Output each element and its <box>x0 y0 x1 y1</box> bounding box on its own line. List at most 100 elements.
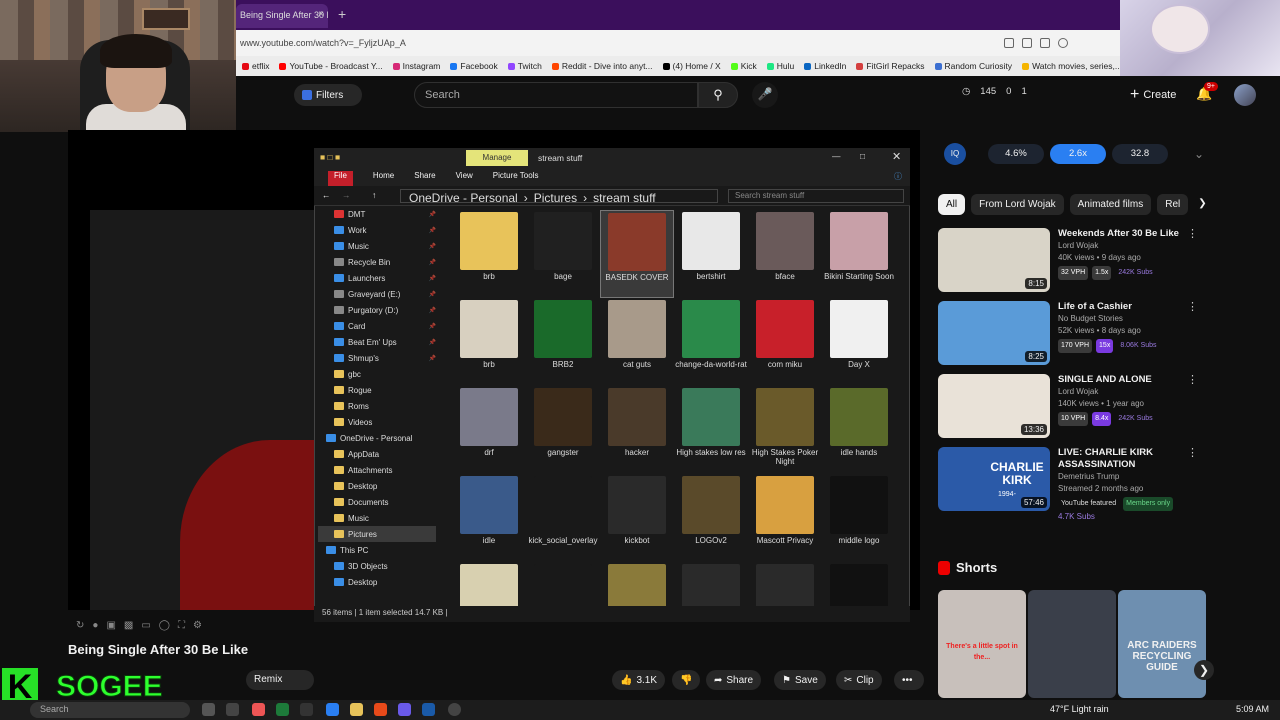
microphone-icon[interactable]: 🎤 <box>752 82 778 108</box>
bookmark-item[interactable]: Reddit - Dive into anyt... <box>551 59 653 73</box>
edge-app-icon[interactable] <box>326 703 339 716</box>
browser-app-icon[interactable] <box>252 703 265 716</box>
bookmark-item[interactable]: LinkedIn <box>804 59 846 73</box>
file-tile[interactable]: kick_social_overlay <box>526 474 600 562</box>
file-tile[interactable]: bage <box>526 210 600 298</box>
file-tile[interactable]: Bikini Starting Soon <box>822 210 896 298</box>
file-tile[interactable] <box>452 562 526 606</box>
theater-icon[interactable]: ▭ <box>141 620 150 634</box>
file-tile[interactable] <box>674 562 748 606</box>
iq-engagement[interactable]: 4.6% <box>988 144 1044 164</box>
nav-item[interactable]: Roms <box>318 398 436 414</box>
chip-from-channel[interactable]: From Lord Wojak <box>971 194 1064 215</box>
taskbar-weather[interactable]: 47°F Light rain <box>1050 704 1109 714</box>
file-tile[interactable]: drf <box>452 386 526 474</box>
file-tile[interactable]: bface <box>748 210 822 298</box>
nav-item[interactable]: Videos <box>318 414 436 430</box>
file-tile[interactable]: cat guts <box>600 298 674 386</box>
file-tile[interactable]: hacker <box>600 386 674 474</box>
nav-item[interactable]: OneDrive - Personal <box>318 430 436 446</box>
file-tile[interactable]: High stakes low res <box>674 386 748 474</box>
explorer-search-input[interactable]: Search stream stuff <box>728 189 904 203</box>
screenshot-icon[interactable] <box>1004 38 1014 48</box>
short-item[interactable] <box>1028 590 1116 698</box>
search-input[interactable]: Search <box>414 82 698 108</box>
taskbar-search[interactable]: Search <box>30 702 190 718</box>
file-tile[interactable]: BASEDK COVER <box>600 210 674 298</box>
avatar[interactable] <box>1234 84 1256 106</box>
bookmark-item[interactable]: (4) Home / X <box>662 59 721 73</box>
nav-item[interactable]: Pictures <box>318 526 436 542</box>
minimize-icon[interactable]: — <box>832 151 841 161</box>
nav-item[interactable]: Music <box>318 510 436 526</box>
task-view-icon[interactable] <box>202 703 215 716</box>
new-tab-icon[interactable]: + <box>338 6 346 22</box>
file-tile[interactable]: brb <box>452 298 526 386</box>
settings-gear-icon[interactable]: ⚙ <box>193 620 202 634</box>
file-tile[interactable]: Day X <box>822 298 896 386</box>
file-tile[interactable]: BRB2 <box>526 298 600 386</box>
more-options-icon[interactable]: ⋮ <box>1187 301 1198 313</box>
audio-icon[interactable]: ● <box>92 620 98 634</box>
tab-close-icon[interactable]: × <box>318 9 324 20</box>
file-tile[interactable]: idle hands <box>822 386 896 474</box>
breadcrumb-pictures[interactable]: Pictures <box>534 191 577 205</box>
chip-all[interactable]: All <box>938 194 966 215</box>
reader-icon[interactable] <box>1022 38 1032 48</box>
file-tile[interactable]: change-da-world-rat <box>674 298 748 386</box>
chip-animated-films[interactable]: Animated films <box>1069 194 1152 215</box>
filters-button[interactable]: Filters <box>294 84 362 106</box>
url-field[interactable]: www.youtube.com/watch?v=_FyljzUAp_A <box>238 36 1078 52</box>
file-tile[interactable] <box>748 562 822 606</box>
nav-item[interactable]: Beat Em' Ups 📌 <box>318 334 436 350</box>
help-icon[interactable]: ⓘ <box>894 171 902 186</box>
bookmark-star-icon[interactable] <box>1058 38 1068 48</box>
tab-picture-tools[interactable]: Picture Tools <box>493 171 539 186</box>
tab-view[interactable]: View <box>456 171 473 186</box>
more-options-icon[interactable]: ⋮ <box>1187 447 1198 459</box>
discord-app-icon[interactable] <box>398 703 411 716</box>
terminal-app-icon[interactable] <box>300 703 313 716</box>
chevron-right-icon[interactable]: ❯ <box>1194 194 1210 215</box>
nav-item[interactable]: AppData <box>318 446 436 462</box>
nav-item[interactable]: Music 📌 <box>318 238 436 254</box>
create-button[interactable]: + Create <box>1124 84 1188 106</box>
nav-item[interactable]: Shmup's 📌 <box>318 350 436 366</box>
bookmark-item[interactable]: Instagram <box>392 59 440 73</box>
breadcrumb[interactable]: OneDrive - Personal › Pictures › stream … <box>400 189 718 205</box>
nav-item[interactable]: Desktop <box>318 478 436 494</box>
miniplayer-icon[interactable]: ▩ <box>124 620 133 634</box>
save-button[interactable]: ⚑ Save <box>774 670 826 690</box>
forward-icon[interactable]: → <box>342 190 351 200</box>
file-tile[interactable]: brb <box>452 210 526 298</box>
media-app-icon[interactable] <box>374 703 387 716</box>
nav-item[interactable]: Documents <box>318 494 436 510</box>
nav-item[interactable]: Attachments <box>318 462 436 478</box>
nav-item[interactable]: Recycle Bin 📌 <box>318 254 436 270</box>
bookmark-item[interactable]: Random Curiosity <box>934 59 1012 73</box>
bookmark-item[interactable]: Twitch <box>507 59 542 73</box>
file-tile[interactable]: middle logo <box>822 474 896 562</box>
bookmark-item[interactable]: Kick <box>730 59 757 73</box>
chevron-down-icon[interactable]: ⌄ <box>1194 147 1204 161</box>
spreadsheet-app-icon[interactable] <box>276 703 289 716</box>
file-tile[interactable]: idle <box>452 474 526 562</box>
subtitles-icon[interactable]: ▣ <box>106 620 115 634</box>
taskbar-clock[interactable]: 5:09 AM <box>1236 704 1269 714</box>
nav-item[interactable]: Rogue <box>318 382 436 398</box>
recommendation-thumbnail[interactable]: 8:25 <box>938 301 1050 365</box>
recommendation-item[interactable]: 8:15 Weekends After 30 Be Like Lord Wojak 4… <box>938 228 1208 294</box>
file-tile[interactable]: kickbot <box>600 474 674 562</box>
breadcrumb-onedrive[interactable]: OneDrive - Personal <box>409 191 518 205</box>
remix-button[interactable]: Remix <box>246 670 314 690</box>
up-icon[interactable]: ↑ <box>372 190 376 200</box>
nav-item[interactable]: Card 📌 <box>318 318 436 334</box>
recommendation-item[interactable]: 13:36 SINGLE AND ALONE Lord Wojak 140K view… <box>938 374 1208 440</box>
file-explorer-app-icon[interactable] <box>350 703 363 716</box>
file-tile[interactable] <box>600 562 674 606</box>
recommendation-thumbnail[interactable]: 8:15 <box>938 228 1050 292</box>
more-options-icon[interactable]: ⋮ <box>1187 228 1198 240</box>
iq-multiplier[interactable]: 2.6x <box>1049 144 1106 164</box>
recommendation-thumbnail[interactable]: CHARLIE KIRK 1994- 57:46 <box>938 447 1050 511</box>
recommendation-item[interactable]: CHARLIE KIRK 1994- 57:46 LIVE: CHARLIE KIRK… <box>938 447 1208 521</box>
